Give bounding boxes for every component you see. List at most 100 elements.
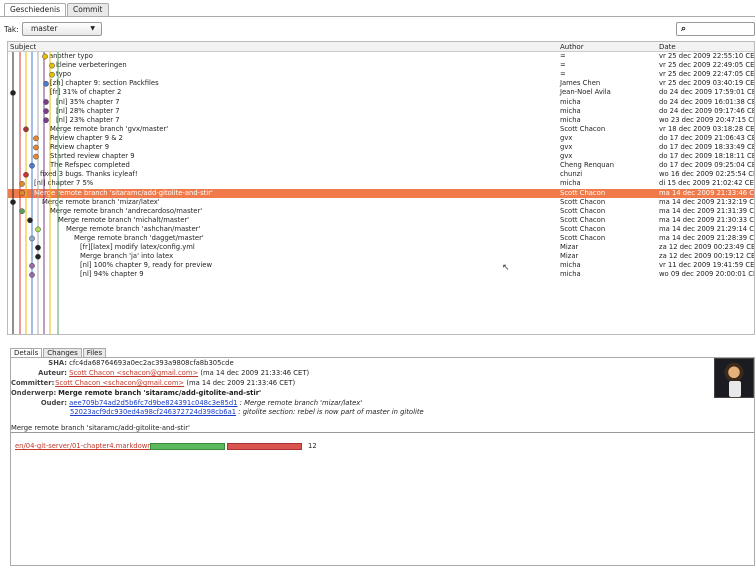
committer-row: Committer: Scott Chacon <schacon@gmail.c… xyxy=(11,379,295,388)
commit-date: do 24 dec 2009 09:17:46 CET xyxy=(659,106,755,115)
subject-label: Onderwerp: xyxy=(11,389,57,397)
author-date: (ma 14 dec 2009 21:33:46 CET) xyxy=(200,369,310,377)
column-author[interactable]: Author xyxy=(560,42,584,52)
commit-node xyxy=(29,262,35,269)
commit-date: ma 14 dec 2009 21:32:19 CET xyxy=(659,197,755,206)
column-header: Subject Author Date xyxy=(8,42,754,52)
commit-date: ma 14 dec 2009 21:31:39 CET xyxy=(659,206,755,215)
sha-row: SHA: cfc4da68764693a0ec2ac393a9808cfa8b3… xyxy=(11,359,234,368)
commit-author: chunzi xyxy=(560,170,583,179)
branch-bar: Tak: master ▼ ⌕ xyxy=(0,22,755,38)
tab-history[interactable]: Geschiedenis xyxy=(4,3,67,16)
commit-node xyxy=(19,208,25,215)
commit-date: do 17 dec 2009 21:06:43 CET xyxy=(659,133,755,142)
commit-date: do 17 dec 2009 09:25:04 CET xyxy=(659,161,755,170)
chevron-down-icon: ▼ xyxy=(90,25,95,32)
branch-select[interactable]: master ▼ xyxy=(22,22,102,36)
parent-hash-link[interactable]: 52023acf9dc930ed4a98cf246372724d398cb6a1 xyxy=(70,408,236,416)
commit-node xyxy=(43,99,49,105)
commit-author: Cheng Renquan xyxy=(560,161,615,170)
commit-date: wo 09 dec 2009 20:00:01 CET xyxy=(659,270,755,279)
commit-node xyxy=(43,108,49,114)
commit-node xyxy=(19,190,25,196)
commit-date: ma 14 dec 2009 21:33:46 CET xyxy=(659,188,755,197)
commit-message: Merge remote branch 'sitaramc/add-gitoli… xyxy=(11,424,190,432)
commit-date: vr 11 dec 2009 19:41:59 CET xyxy=(659,261,755,270)
commit-author: Scott Chacon xyxy=(560,124,606,133)
commit-author: gvx xyxy=(560,143,573,151)
divider xyxy=(0,16,755,17)
commit-author: Scott Chacon xyxy=(560,224,606,233)
commit-author: gvx xyxy=(560,152,573,161)
commit-node xyxy=(19,181,25,187)
commit-date: za 12 dec 2009 00:23:49 CET xyxy=(659,243,755,252)
commit-date: wo 16 dec 2009 02:25:54 CET xyxy=(659,170,755,179)
commit-node xyxy=(23,126,29,133)
author-link[interactable]: Scott Chacon <schacon@gmail.com> xyxy=(69,369,198,377)
commit-node xyxy=(33,153,39,160)
view-tabs: Geschiedenis Commit xyxy=(4,3,110,16)
commit-author: micha xyxy=(560,270,581,279)
mouse-cursor-icon: ↖ xyxy=(502,263,510,273)
commit-node xyxy=(29,235,35,242)
history-list[interactable]: Subject Author Date another typo = vr 25 d… xyxy=(7,41,755,335)
column-subject[interactable]: Subject xyxy=(10,42,36,52)
commit-date: ma 14 dec 2009 21:30:33 CET xyxy=(659,215,755,224)
commit-author: Scott Chacon xyxy=(560,206,606,215)
commit-node xyxy=(33,135,39,142)
commit-date: do 24 dec 2009 16:01:38 CET xyxy=(659,97,755,106)
commit-author: Scott Chacon xyxy=(560,234,606,242)
commit-node xyxy=(29,162,35,169)
commit-date: vr 25 dec 2009 22:49:05 CET xyxy=(659,61,755,70)
commit-date: ma 14 dec 2009 21:28:39 CET xyxy=(659,234,755,242)
commit-node xyxy=(23,171,29,178)
removed-lines-bar xyxy=(227,443,302,450)
commit-date: za 12 dec 2009 00:19:12 CET xyxy=(659,252,755,261)
commit-node xyxy=(43,80,49,87)
committer-label: Committer: xyxy=(11,379,55,387)
commit-date: wo 23 dec 2009 20:47:15 CET xyxy=(659,115,755,124)
avatar xyxy=(714,358,754,398)
commit-author: Mizar xyxy=(560,243,579,252)
parent-hash-link[interactable]: aee709b74ad2d5b6fc7d9be824391c048c3e85d1 xyxy=(69,399,237,407)
commit-author: micha xyxy=(560,97,581,106)
search-icon: ⌕ xyxy=(681,24,687,34)
parents-label: Ouder: xyxy=(40,399,67,407)
divider xyxy=(11,432,754,433)
commit-author: Scott Chacon xyxy=(560,188,606,197)
commit-author: Jean-Noel Avila xyxy=(560,88,611,97)
sha-value: cfc4da68764693a0ec2ac393a9808cfa8b305cde xyxy=(69,359,234,367)
commit-author: = xyxy=(560,70,566,79)
commit-date: di 15 dec 2009 21:02:42 CET xyxy=(659,179,755,188)
author-row: Auteur: Scott Chacon <schacon@gmail.com>… xyxy=(11,369,309,378)
commit-author: micha xyxy=(560,179,581,188)
added-lines-bar xyxy=(150,443,225,450)
commit-node xyxy=(10,90,16,96)
branch-label: Tak: xyxy=(4,25,19,34)
column-date[interactable]: Date xyxy=(659,42,676,52)
commit-date: vr 25 dec 2009 22:55:10 CET xyxy=(659,52,755,60)
committer-link[interactable]: Scott Chacon <schacon@gmail.com> xyxy=(55,379,184,387)
commit-node xyxy=(43,117,49,124)
details-panel: SHA: cfc4da68764693a0ec2ac393a9808cfa8b3… xyxy=(10,357,755,566)
commit-author: = xyxy=(560,52,566,60)
commit-node xyxy=(29,272,35,278)
changed-file-link[interactable]: en/04-git-server/01-chapter4.markdown xyxy=(15,442,152,450)
commit-date: do 24 dec 2009 17:59:01 CET xyxy=(659,88,755,97)
commit-author: micha xyxy=(560,115,581,124)
commit-date: vr 25 dec 2009 03:40:19 CET xyxy=(659,79,755,88)
commit-date: vr 18 dec 2009 03:18:28 CET xyxy=(659,124,755,133)
parent-message: : gitolite section: rebel is now part of… xyxy=(238,408,424,416)
sha-label: SHA: xyxy=(48,359,67,367)
tab-commit[interactable]: Commit xyxy=(67,3,109,16)
subject-row: Onderwerp: Merge remote branch 'sitaramc… xyxy=(11,389,261,398)
commit-node xyxy=(27,217,33,224)
commit-node xyxy=(42,53,48,60)
commit-author: James Chen xyxy=(560,79,601,88)
search-input[interactable]: ⌕ xyxy=(676,22,755,36)
commit-node xyxy=(35,244,41,251)
subject-value: Merge remote branch 'sitaramc/add-gitoli… xyxy=(58,389,262,397)
branch-select-value: master xyxy=(31,24,58,33)
changed-lines-count: 12 xyxy=(308,442,317,450)
commit-author: micha xyxy=(560,106,581,115)
